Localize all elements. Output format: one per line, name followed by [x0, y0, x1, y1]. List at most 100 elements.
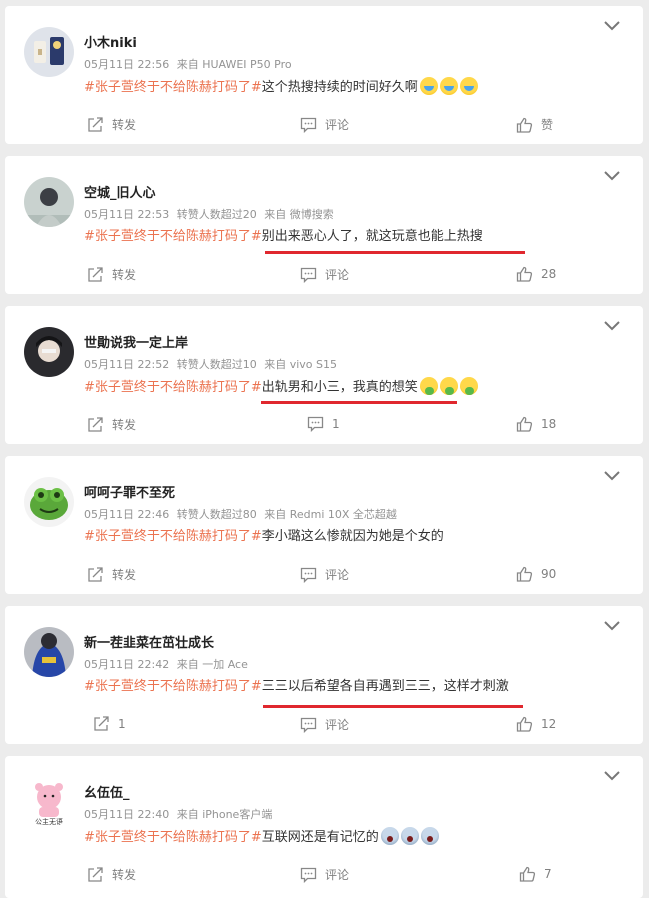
- username[interactable]: 幺伍伍_: [84, 782, 130, 801]
- comment-text: #张子萱终于不给陈赫打码了#三三以后希望各自再遇到三三，这样才刺激: [84, 677, 509, 697]
- topic-link[interactable]: #张子萱终于不给陈赫打码了#: [84, 380, 262, 395]
- comment-icon: [300, 567, 317, 584]
- like-count: 12: [541, 717, 557, 731]
- post-time[interactable]: 05月11日 22:53: [84, 208, 169, 221]
- avatar-caption: 公主无语: [35, 817, 63, 826]
- like-count: 18: [541, 417, 557, 431]
- comment-card: 呵呵子罪不至死 05月11日 22:46 转赞人数超过80 来自 Redmi 1…: [5, 456, 643, 594]
- share-icon: [94, 716, 109, 731]
- laughing-tears-emoji-icon: [419, 77, 438, 95]
- comment-card: 小木niki 05月11日 22:56 来自 HUAWEI P50 Pro #张…: [5, 6, 643, 144]
- comment-label: 评论: [325, 568, 350, 582]
- share-label: 转发: [112, 868, 137, 882]
- comment-count: 1: [332, 417, 340, 431]
- post-time[interactable]: 05月11日 22:46: [84, 508, 169, 521]
- username[interactable]: 新一茬韭菜在茁壮成长: [84, 632, 214, 651]
- comment-button[interactable]: 评论: [300, 566, 350, 584]
- comment-card: 新一茬韭菜在茁壮成长 05月11日 22:42 来自 一加 Ace #张子萱终于…: [5, 606, 643, 744]
- username[interactable]: 小木niki: [84, 32, 137, 51]
- share-icon: [88, 567, 103, 582]
- comment-body: 出轨男和小三，我真的想笑: [261, 380, 418, 395]
- laughing-tears-emoji-icon: [439, 77, 458, 95]
- avatar[interactable]: [24, 27, 74, 77]
- post-time[interactable]: 05月11日 22:52: [84, 358, 169, 371]
- share-label: 转发: [112, 118, 137, 132]
- like-button[interactable]: 18: [516, 416, 556, 432]
- red-highlight-underline: [261, 401, 457, 404]
- chevron-down-icon[interactable]: [603, 170, 621, 182]
- share-label: 转发: [112, 418, 137, 432]
- share-button[interactable]: 1: [93, 716, 126, 732]
- username[interactable]: 空城_旧人心: [84, 182, 156, 201]
- like-button[interactable]: 28: [516, 266, 556, 282]
- comment-button[interactable]: 评论: [300, 116, 350, 134]
- thumbs-up-icon: [516, 716, 533, 732]
- username[interactable]: 呵呵子罪不至死: [84, 482, 175, 501]
- comment-text: #张子萱终于不给陈赫打码了#这个热搜持续的时间好久啊: [84, 77, 478, 98]
- share-button[interactable]: 转发: [87, 116, 136, 133]
- like-button[interactable]: 7: [519, 866, 552, 882]
- reposts-note: 转赞人数超过20: [176, 208, 257, 221]
- chevron-down-icon[interactable]: [603, 620, 621, 632]
- like-count: 7: [544, 867, 552, 881]
- like-button[interactable]: 12: [516, 716, 556, 732]
- chevron-down-icon[interactable]: [603, 320, 621, 332]
- post-time[interactable]: 05月11日 22:42: [84, 658, 169, 671]
- vomit-emoji-icon: [419, 377, 438, 395]
- comment-text: #张子萱终于不给陈赫打码了#李小璐这么惨就因为她是个女的: [84, 527, 444, 547]
- like-count: 90: [541, 567, 557, 581]
- like-button[interactable]: 赞: [516, 116, 553, 133]
- share-button[interactable]: 转发: [87, 566, 136, 583]
- share-icon: [88, 417, 103, 432]
- share-label: 转发: [112, 268, 137, 282]
- avatar[interactable]: 公主无语: [24, 777, 74, 827]
- share-label: 转发: [112, 568, 137, 582]
- comment-button[interactable]: 1: [307, 416, 340, 433]
- comment-text: #张子萱终于不给陈赫打码了#互联网还是有记忆的: [84, 827, 439, 848]
- share-icon: [88, 267, 103, 282]
- post-time[interactable]: 05月11日 22:56: [84, 58, 169, 71]
- comment-label: 评论: [325, 118, 350, 132]
- post-source: 来自 一加 Ace: [176, 658, 248, 671]
- topic-link[interactable]: #张子萱终于不给陈赫打码了#: [84, 679, 262, 694]
- username[interactable]: 世勛说我一定上岸: [84, 332, 188, 351]
- comment-button[interactable]: 评论: [300, 866, 350, 884]
- post-meta: 05月11日 22:53 转赞人数超过20 来自 微博搜索: [84, 206, 338, 222]
- post-meta: 05月11日 22:52 转赞人数超过10 来自 vivo S15: [84, 356, 341, 372]
- topic-link[interactable]: #张子萱终于不给陈赫打码了#: [84, 229, 262, 244]
- chevron-down-icon[interactable]: [603, 470, 621, 482]
- comment-button[interactable]: 评论: [300, 716, 349, 734]
- share-button[interactable]: 转发: [87, 416, 136, 433]
- chevron-down-icon[interactable]: [603, 20, 621, 32]
- post-meta: 05月11日 22:46 转赞人数超过80 来自 Redmi 10X 全芯超越: [84, 506, 401, 522]
- post-source: 来自 HUAWEI P50 Pro: [176, 58, 292, 71]
- comment-label: 评论: [325, 868, 350, 882]
- comment-card: 公主无语 幺伍伍_ 05月11日 22:40 来自 iPhone客户端 #张子萱…: [5, 756, 643, 898]
- chevron-down-icon[interactable]: [603, 770, 621, 782]
- avatar[interactable]: [24, 627, 74, 677]
- comment-icon: [307, 416, 324, 433]
- avatar[interactable]: [24, 327, 74, 377]
- share-icon: [88, 867, 103, 882]
- like-button[interactable]: 90: [516, 566, 556, 582]
- post-time[interactable]: 05月11日 22:40: [84, 808, 169, 821]
- topic-link[interactable]: #张子萱终于不给陈赫打码了#: [84, 830, 262, 845]
- comment-text: #张子萱终于不给陈赫打码了#别出来恶心人了，就这玩意也能上热搜: [84, 227, 483, 247]
- comment-icon: [300, 267, 317, 284]
- post-source: 来自 iPhone客户端: [176, 808, 273, 821]
- thumbs-up-icon: [519, 866, 536, 882]
- topic-link[interactable]: #张子萱终于不给陈赫打码了#: [84, 80, 262, 95]
- avatar[interactable]: [24, 477, 74, 527]
- comment-body: 互联网还是有记忆的: [261, 830, 379, 845]
- share-button[interactable]: 转发: [87, 266, 136, 283]
- thumbs-up-icon: [516, 566, 533, 582]
- share-button[interactable]: 转发: [87, 866, 136, 883]
- avatar[interactable]: [24, 177, 74, 227]
- reposts-note: 转赞人数超过80: [176, 508, 257, 521]
- share-icon: [88, 117, 103, 132]
- topic-link[interactable]: #张子萱终于不给陈赫打码了#: [84, 529, 262, 544]
- comment-button[interactable]: 评论: [300, 266, 349, 284]
- post-source: 来自 Redmi 10X 全芯超越: [264, 508, 397, 521]
- scared-face-emoji-icon: [420, 827, 439, 845]
- comment-icon: [300, 117, 317, 134]
